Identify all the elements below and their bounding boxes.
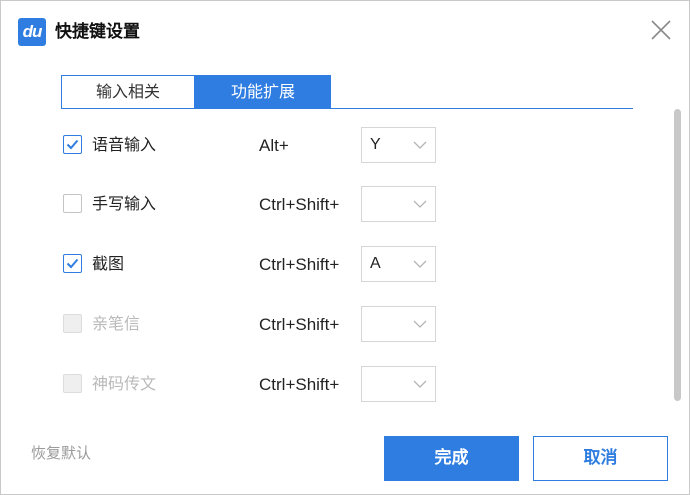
- handwriting-checkbox[interactable]: [63, 194, 82, 213]
- checkmark-icon: [66, 139, 79, 150]
- shortcut-row-screenshot: 截图 Ctrl+Shift+ A: [61, 246, 461, 282]
- screenshot-checkbox[interactable]: [63, 254, 82, 273]
- close-button[interactable]: [647, 16, 675, 44]
- done-button[interactable]: 完成: [384, 436, 519, 481]
- tab-underline: [61, 108, 633, 109]
- shenma-transfer-checkbox: [63, 374, 82, 393]
- shortcut-row-handwritten-letter: 亲笔信 Ctrl+Shift+: [61, 306, 461, 342]
- tab-bar: 输入相关 功能扩展: [61, 75, 331, 109]
- handwritten-letter-checkbox: [63, 314, 82, 333]
- shortcut-key-value: Y: [370, 136, 381, 153]
- checkmark-icon: [66, 258, 79, 269]
- scrollbar[interactable]: [672, 109, 683, 401]
- shortcut-row-handwriting: 手写输入 Ctrl+Shift+: [61, 186, 461, 222]
- shortcut-row-voice-input: 语音输入 Alt+ Y: [61, 127, 461, 163]
- shortcut-key-select[interactable]: [361, 366, 436, 402]
- chevron-down-icon: [413, 200, 427, 208]
- chevron-down-icon: [413, 260, 427, 268]
- shortcut-modifier: Alt+: [259, 136, 289, 155]
- shortcut-key-select[interactable]: [361, 186, 436, 222]
- shortcut-key-select[interactable]: A: [361, 246, 436, 282]
- chevron-down-icon: [413, 320, 427, 328]
- scrollbar-thumb[interactable]: [674, 109, 681, 401]
- shortcut-row-shenma-transfer: 神码传文 Ctrl+Shift+: [61, 366, 461, 402]
- shortcut-label: 亲笔信: [92, 314, 141, 333]
- shortcut-label: 截图: [92, 254, 125, 273]
- shortcut-label: 神码传文: [92, 374, 157, 393]
- voice-input-checkbox[interactable]: [63, 135, 82, 154]
- dialog-title: 快捷键设置: [55, 22, 140, 42]
- shortcut-key-value: A: [370, 255, 381, 272]
- chevron-down-icon: [413, 380, 427, 388]
- shortcut-modifier: Ctrl+Shift+: [259, 315, 340, 334]
- tab-input-related[interactable]: 输入相关: [61, 75, 195, 109]
- shortcut-settings-dialog: du 快捷键设置 输入相关 功能扩展 语音输入 Alt+ Y 手写输入 Ctrl…: [0, 0, 690, 495]
- shortcut-label: 手写输入: [92, 194, 157, 213]
- shortcut-modifier: Ctrl+Shift+: [259, 375, 340, 394]
- tab-feature-extension[interactable]: 功能扩展: [195, 75, 331, 109]
- cancel-button[interactable]: 取消: [533, 436, 668, 481]
- app-logo: du: [18, 18, 46, 46]
- shortcut-modifier: Ctrl+Shift+: [259, 195, 340, 214]
- shortcut-key-select[interactable]: Y: [361, 127, 436, 163]
- restore-defaults-link[interactable]: 恢复默认: [31, 443, 91, 463]
- chevron-down-icon: [413, 141, 427, 149]
- shortcut-label: 语音输入: [92, 135, 157, 154]
- shortcut-modifier: Ctrl+Shift+: [259, 255, 340, 274]
- close-icon: [651, 20, 671, 40]
- shortcut-key-select[interactable]: [361, 306, 436, 342]
